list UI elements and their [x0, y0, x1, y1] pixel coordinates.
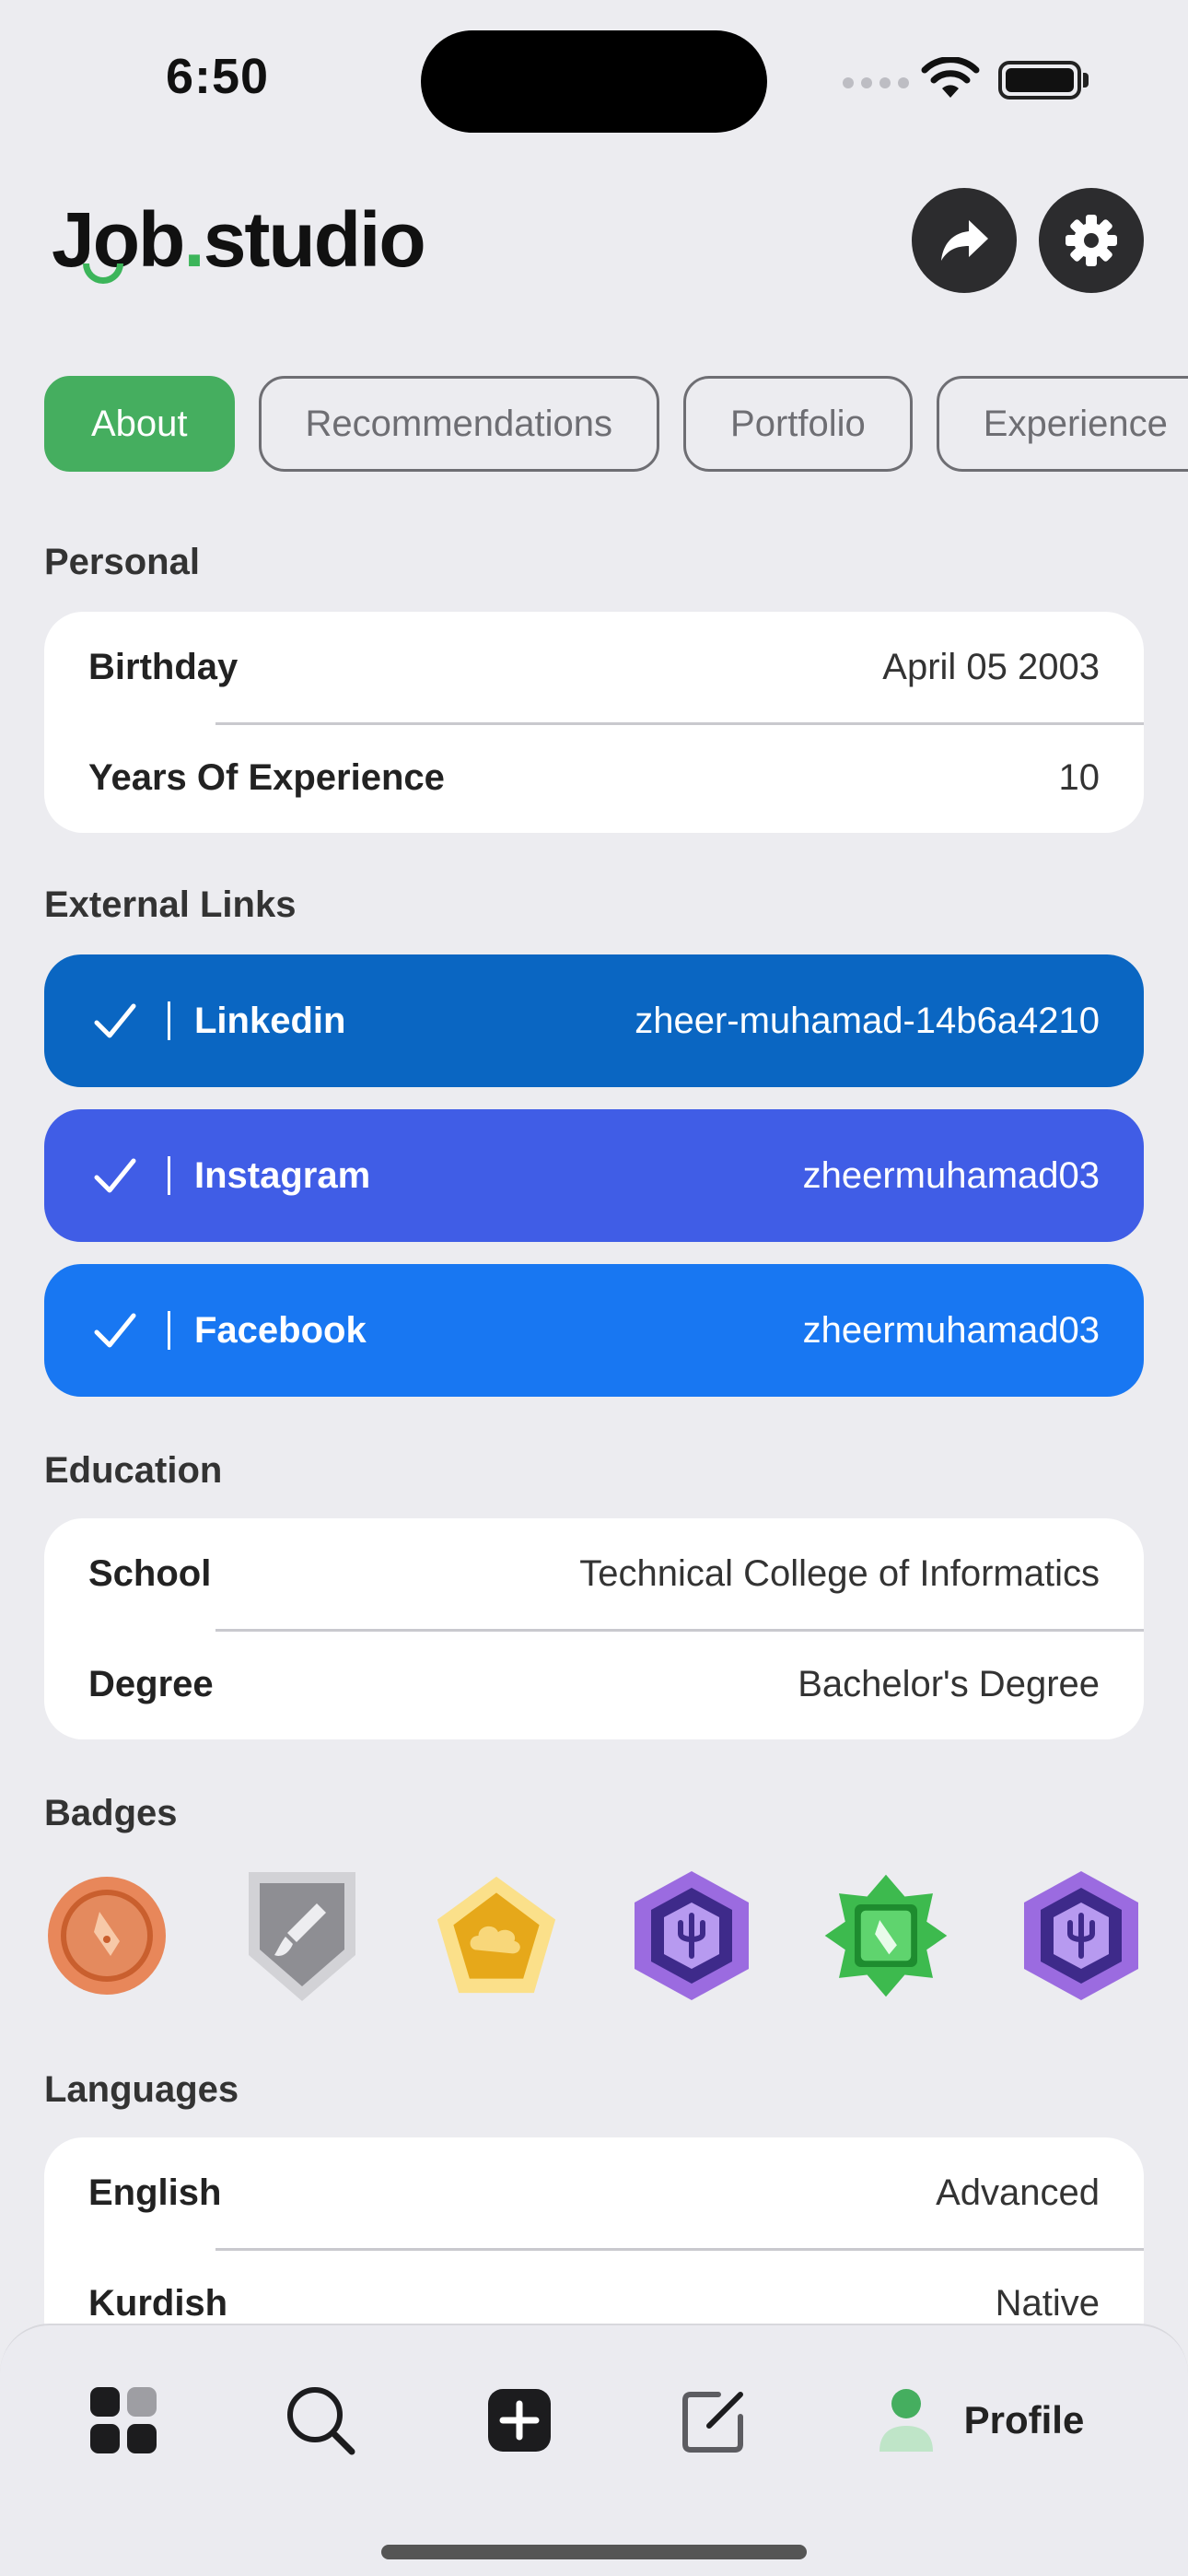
logo-suffix: studio: [203, 196, 426, 283]
cellular-signal-icon: [843, 77, 909, 88]
nav-profile[interactable]: Profile: [875, 2379, 1087, 2462]
profile-icon: [879, 2389, 933, 2452]
experience-years-label: Years Of Experience: [88, 756, 445, 798]
tab-portfolio[interactable]: Portfolio: [683, 376, 913, 472]
status-time: 6:50: [166, 49, 270, 104]
kurdish-value: Native: [995, 2282, 1100, 2324]
birthday-row: Birthday April 05 2003: [44, 612, 1144, 722]
linkedin-link[interactable]: Linkedin zheer-muhamad-14b6a4210: [44, 954, 1144, 1087]
tab-about[interactable]: About: [44, 376, 235, 472]
gear-icon: [1066, 215, 1117, 266]
degree-label: Degree: [88, 1663, 214, 1704]
pen-nib-green-badge-icon[interactable]: [823, 1862, 949, 2009]
experience-years-value: 10: [1058, 756, 1101, 798]
checkmark-icon: [94, 1157, 136, 1194]
tab-recommendations[interactable]: Recommendations: [258, 376, 660, 472]
logo-dot: .: [183, 196, 204, 283]
nav-dashboard[interactable]: [87, 2379, 160, 2462]
school-value: Technical College of Informatics: [579, 1552, 1100, 1594]
education-section-title: Education: [44, 1450, 223, 1491]
birthday-label: Birthday: [88, 646, 239, 687]
dashboard-grid-icon: [90, 2387, 157, 2453]
edit-icon: [682, 2392, 743, 2453]
instagram-label: Instagram: [194, 1154, 371, 1196]
trident-purple-badge-icon-2[interactable]: [1019, 1862, 1144, 2009]
profile-tabs: About Recommendations Portfolio Experien…: [44, 376, 1188, 472]
facebook-label: Facebook: [194, 1309, 367, 1351]
facebook-handle: zheermuhamad03: [802, 1309, 1100, 1351]
school-row: School Technical College of Informatics: [44, 1518, 1144, 1629]
divider: [168, 1311, 170, 1350]
search-icon: [287, 2387, 355, 2455]
linkedin-label: Linkedin: [194, 1000, 346, 1041]
status-bar: 6:50: [0, 0, 1188, 147]
tab-experience[interactable]: Experience: [936, 376, 1188, 472]
nav-search[interactable]: [284, 2379, 357, 2462]
checkmark-icon: [94, 1002, 136, 1039]
school-label: School: [88, 1552, 212, 1594]
experience-years-row: Years Of Experience 10: [44, 722, 1144, 833]
languages-section-title: Languages: [44, 2069, 239, 2110]
divider: [168, 1156, 170, 1195]
external-links-section-title: External Links: [44, 884, 297, 925]
share-button[interactable]: [912, 188, 1017, 293]
battery-icon: [998, 61, 1081, 100]
dynamic-island: [421, 30, 767, 133]
instagram-link[interactable]: Instagram zheermuhamad03: [44, 1109, 1144, 1242]
settings-button[interactable]: [1039, 188, 1144, 293]
battery-tip: [1083, 73, 1089, 88]
add-icon: [488, 2389, 551, 2452]
facebook-link[interactable]: Facebook zheermuhamad03: [44, 1264, 1144, 1397]
education-card: School Technical College of Informatics …: [44, 1518, 1144, 1739]
home-indicator: [381, 2545, 807, 2559]
english-row: English Advanced: [44, 2137, 1144, 2248]
brush-silver-badge-icon[interactable]: [239, 1862, 365, 2009]
personal-section-title: Personal: [44, 542, 200, 582]
cloud-gold-badge-icon[interactable]: [434, 1862, 559, 2009]
personal-card: Birthday April 05 2003 Years Of Experien…: [44, 612, 1144, 833]
checkmark-icon: [94, 1312, 136, 1349]
pen-nib-bronze-badge-icon[interactable]: [44, 1862, 169, 2009]
birthday-value: April 05 2003: [882, 646, 1100, 687]
instagram-handle: zheermuhamad03: [802, 1154, 1100, 1196]
kurdish-label: Kurdish: [88, 2282, 228, 2324]
nav-add[interactable]: [483, 2379, 556, 2462]
linkedin-handle: zheer-muhamad-14b6a4210: [635, 1000, 1100, 1041]
trident-purple-badge-icon[interactable]: [629, 1862, 754, 2009]
badges-section-title: Badges: [44, 1793, 178, 1833]
english-value: Advanced: [936, 2172, 1100, 2213]
divider: [168, 1001, 170, 1040]
wifi-icon: [921, 57, 980, 98]
degree-row: Degree Bachelor's Degree: [44, 1629, 1144, 1739]
nav-edit[interactable]: [678, 2379, 751, 2462]
nav-profile-label: Profile: [963, 2398, 1085, 2441]
bottom-nav: Profile: [0, 2324, 1188, 2576]
share-arrow-icon: [941, 220, 988, 261]
english-label: English: [88, 2172, 222, 2213]
degree-value: Bachelor's Degree: [798, 1663, 1100, 1704]
badges-row: [44, 1857, 1144, 2014]
